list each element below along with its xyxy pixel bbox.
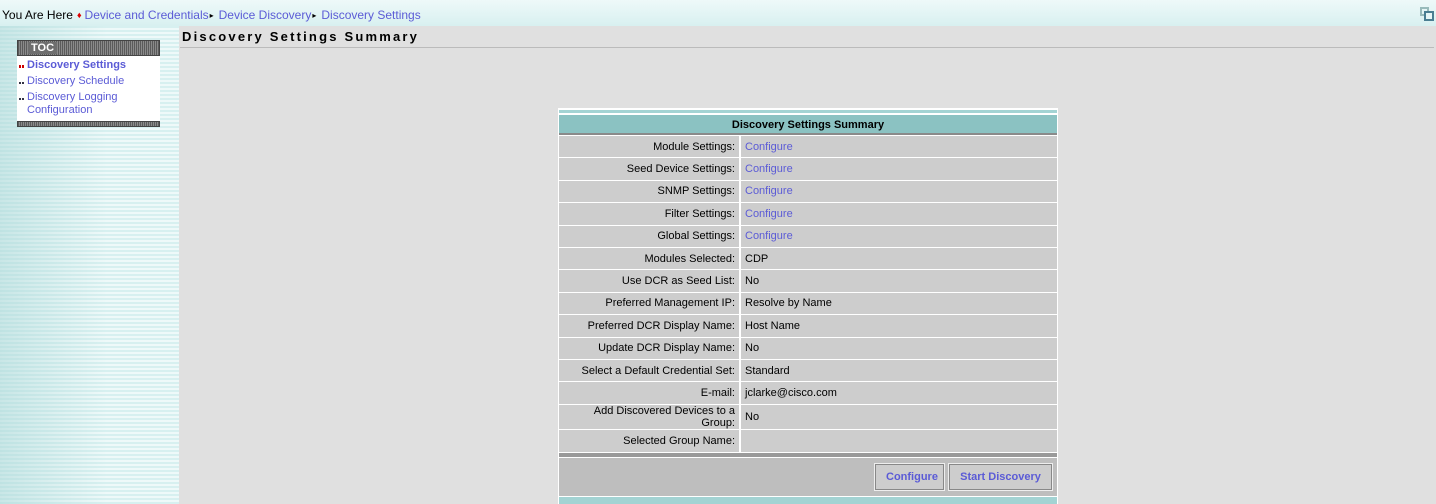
row-value: No: [745, 275, 760, 288]
table-row: Use DCR as Seed List: No: [559, 269, 1057, 293]
configure-link[interactable]: Configure: [745, 208, 793, 220]
row-value-cell: Configure: [740, 157, 1057, 181]
row-label: Modules Selected:: [559, 246, 741, 270]
row-value: Standard: [745, 364, 790, 377]
table-row: Preferred DCR Display Name: Host Name: [559, 314, 1057, 338]
breadcrumb-device-discovery[interactable]: Device Discovery: [219, 8, 312, 22]
row-value-cell: Configure: [740, 224, 1057, 248]
configure-link[interactable]: Configure: [745, 163, 793, 175]
row-value: CDP: [745, 252, 769, 265]
breadcrumb-separator-icon: ▸: [209, 11, 214, 20]
toc-header: TOC: [17, 40, 160, 56]
configure-button[interactable]: Configure: [874, 462, 945, 491]
table-row: Preferred Management IP: Resolve by Name: [559, 291, 1057, 315]
table-row: Global Settings: Configure: [559, 224, 1057, 248]
row-value: No: [745, 410, 760, 423]
row-value-cell: CDP: [740, 246, 1057, 270]
row-value-cell: Configure: [740, 179, 1057, 203]
breadcrumb: You Are Here ♦ Device and Credentials▸ Devi…: [2, 8, 421, 22]
toc-link[interactable]: Discovery Schedule: [27, 75, 124, 88]
table-row: Update DCR Display Name: No: [559, 336, 1057, 360]
table-row: Add Discovered Devices to a Group: No: [559, 403, 1057, 430]
row-label: Preferred Management IP:: [559, 291, 741, 315]
toc-bullet-icon: [17, 91, 27, 117]
table-row: Select a Default Credential Set: Standard: [559, 358, 1057, 382]
row-label: E-mail:: [559, 381, 741, 405]
row-value-cell: No: [740, 336, 1057, 360]
breadcrumb-device-and-credentials[interactable]: Device and Credentials: [85, 8, 209, 22]
row-label: Select a Default Credential Set:: [559, 358, 741, 382]
table-row: Module Settings: Configure: [559, 134, 1057, 158]
row-label: Use DCR as Seed List:: [559, 269, 741, 293]
configure-link[interactable]: Configure: [745, 185, 793, 197]
table-row: Selected Group Name:: [559, 428, 1057, 452]
row-value-cell: Standard: [740, 358, 1057, 382]
toc-item-discovery-schedule[interactable]: Discovery Schedule: [17, 74, 160, 90]
row-value-cell: [740, 428, 1057, 452]
panel-header: Discovery Settings Summary: [559, 115, 1057, 135]
breadcrumb-marker-icon: ♦: [76, 10, 82, 20]
panel-footer: Configure Start Discovery: [559, 457, 1057, 496]
table-row: SNMP Settings: Configure: [559, 179, 1057, 203]
page-title: Discovery Settings Summary: [182, 29, 420, 44]
toc-panel: TOC Discovery Settings Discovery Schedul…: [17, 40, 160, 127]
table-row: Modules Selected: CDP: [559, 246, 1057, 270]
row-value: Host Name: [745, 319, 801, 332]
toc-link[interactable]: Discovery Logging Configuration: [27, 91, 127, 117]
row-value: jclarke@cisco.com: [745, 386, 837, 399]
toc-bullet-icon: [17, 75, 27, 88]
restore-window-icon[interactable]: [1420, 7, 1434, 21]
title-divider: [180, 47, 1434, 48]
row-label: Preferred DCR Display Name:: [559, 314, 741, 338]
discovery-settings-summary-panel: Discovery Settings Summary Module Settin…: [558, 108, 1058, 504]
table-row: Seed Device Settings: Configure: [559, 157, 1057, 181]
row-label: Module Settings:: [559, 134, 741, 158]
table-row: E-mail: jclarke@cisco.com: [559, 381, 1057, 405]
row-value-cell: Configure: [740, 202, 1057, 226]
row-label: Update DCR Display Name:: [559, 336, 741, 360]
toc-bullet-icon: [17, 59, 27, 72]
row-label: Add Discovered Devices to a Group:: [559, 403, 741, 430]
configure-link[interactable]: Configure: [745, 141, 793, 153]
row-value-cell: Resolve by Name: [740, 291, 1057, 315]
row-value-cell: Host Name: [740, 314, 1057, 338]
left-pane: TOC Discovery Settings Discovery Schedul…: [0, 26, 179, 504]
row-label: Filter Settings:: [559, 202, 741, 226]
row-value-cell: No: [740, 403, 1057, 430]
row-value: No: [745, 342, 760, 355]
settings-table: Module Settings: Configure Seed Device Set…: [559, 134, 1057, 452]
toc-footer: [17, 121, 160, 127]
row-value-cell: No: [740, 269, 1057, 293]
top-bar: You Are Here ♦ Device and Credentials▸ Devi…: [0, 0, 1436, 26]
row-label: SNMP Settings:: [559, 179, 741, 203]
row-value-cell: jclarke@cisco.com: [740, 381, 1057, 405]
breadcrumb-separator-icon: ▸: [312, 11, 317, 20]
panel-bottom-band: [559, 495, 1057, 504]
row-label: Seed Device Settings:: [559, 157, 741, 181]
configure-link[interactable]: Configure: [745, 230, 793, 242]
toc-title: TOC: [28, 42, 58, 54]
row-label: Global Settings:: [559, 224, 741, 248]
toc-link[interactable]: Discovery Settings: [27, 59, 126, 72]
start-discovery-button[interactable]: Start Discovery: [948, 462, 1053, 491]
toc-item-discovery-logging-configuration[interactable]: Discovery Logging Configuration: [17, 90, 160, 119]
row-label: Selected Group Name:: [559, 428, 741, 452]
row-value-cell: Configure: [740, 134, 1057, 158]
breadcrumb-prefix: You Are Here: [2, 8, 73, 22]
row-value: Resolve by Name: [745, 297, 832, 310]
toc-list: Discovery Settings Discovery Schedule Di…: [17, 56, 160, 121]
breadcrumb-discovery-settings[interactable]: Discovery Settings: [321, 8, 420, 22]
toc-item-discovery-settings[interactable]: Discovery Settings: [17, 58, 160, 74]
table-row: Filter Settings: Configure: [559, 202, 1057, 226]
